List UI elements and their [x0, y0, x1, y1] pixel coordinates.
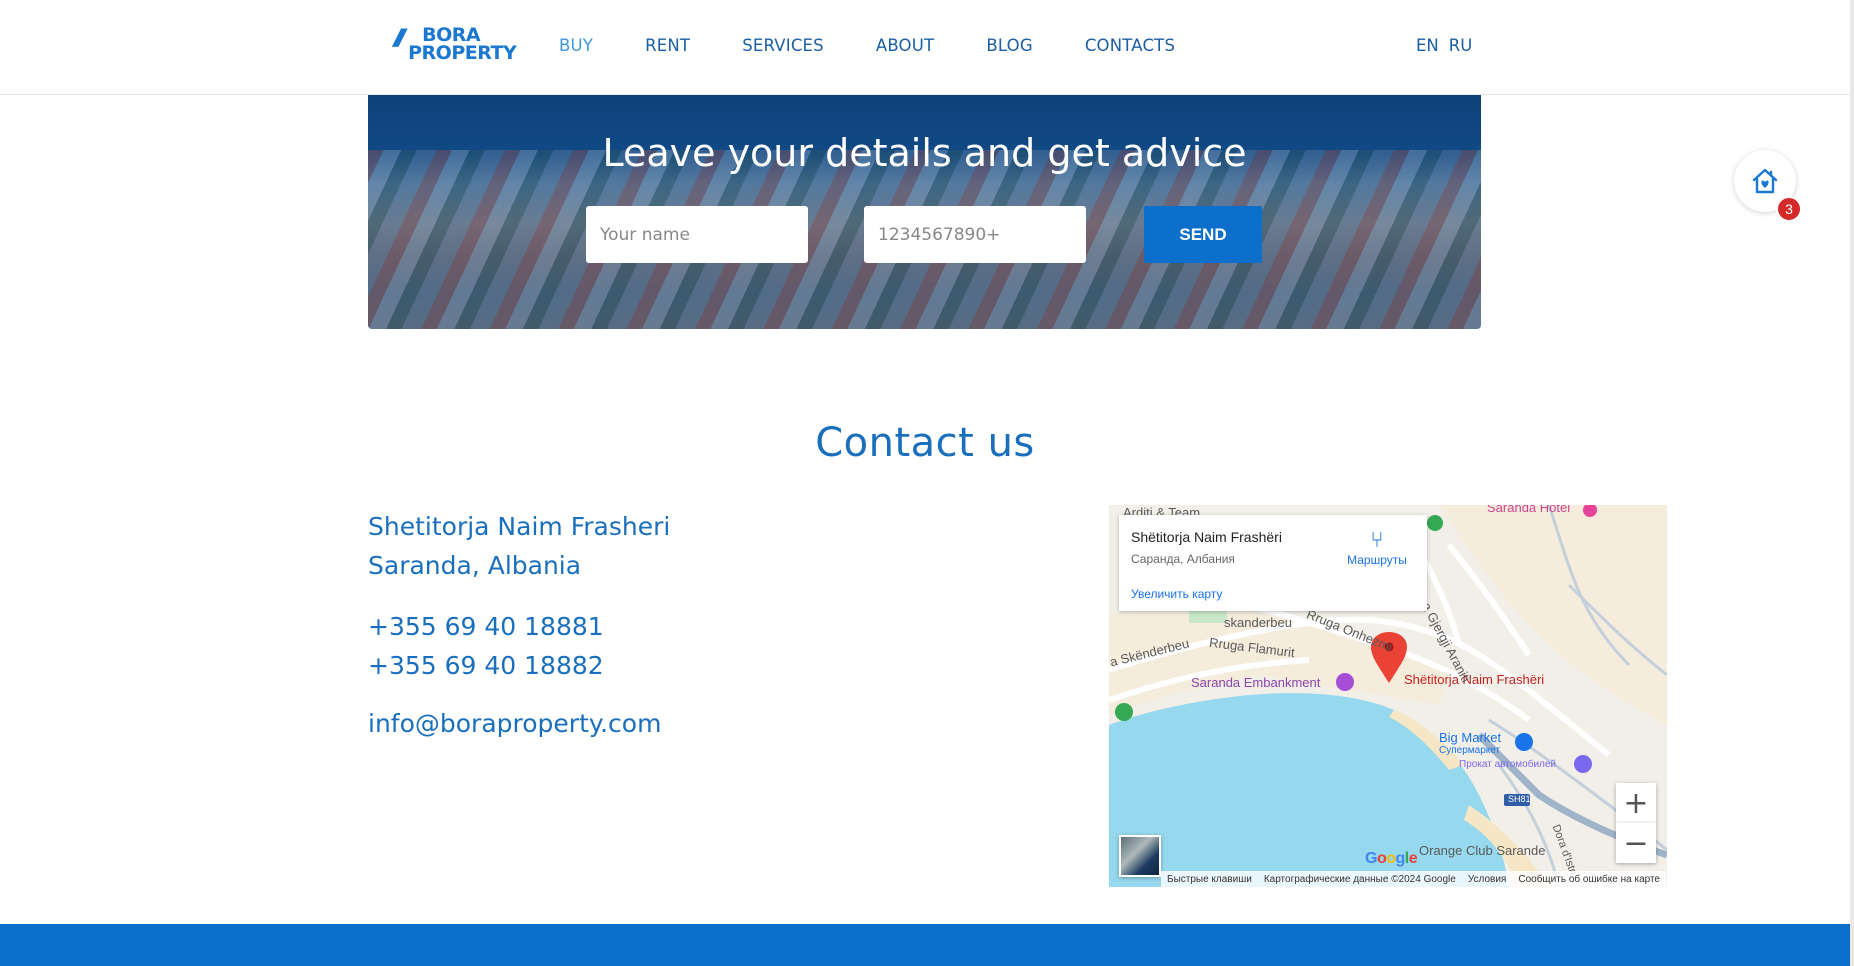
nav-rent[interactable]: RENT: [645, 36, 690, 55]
google-map[interactable]: Arditi & Team Saranda Hotel skanderbeu R…: [1109, 505, 1667, 887]
terms-link[interactable]: Условия: [1468, 874, 1507, 885]
house-heart-icon: [1752, 168, 1778, 194]
map-attribution: Быстрые клавиши Картографические данные …: [1161, 871, 1666, 887]
contact-address: Shetitorja Naim Frasheri Saranda, Albani…: [368, 507, 670, 585]
map-label-saranda-hotel: Saranda Hotel: [1487, 505, 1571, 515]
name-input[interactable]: Your name: [586, 206, 808, 263]
logo-stripes-icon: ///: [394, 26, 406, 51]
favorites-count-badge: 3: [1776, 196, 1802, 222]
lang-ru[interactable]: RU: [1449, 36, 1473, 55]
google-logo: Google: [1365, 850, 1418, 867]
map-data-text: Картографические данные ©2024 Google: [1263, 873, 1456, 885]
directions-label: Маршруты: [1347, 553, 1407, 567]
nav-contacts[interactable]: CONTACTS: [1085, 36, 1175, 55]
report-error-link[interactable]: Сообщить об ошибке на карте: [1518, 874, 1660, 885]
nav-about[interactable]: ABOUT: [876, 36, 934, 55]
map-label-car-rental: Прокат автомобилей: [1459, 759, 1557, 770]
map-info-subtitle: Саранда, Албания: [1131, 552, 1235, 566]
logo-line-2: PROPERTY: [408, 42, 517, 64]
satellite-toggle[interactable]: [1119, 835, 1161, 877]
map-info-title: Shëtitorja Naim Frashëri: [1131, 529, 1282, 545]
phone-2-link[interactable]: +355 69 40 18882: [368, 646, 604, 685]
nav-blog[interactable]: BLOG: [986, 36, 1033, 55]
enlarge-map-link[interactable]: Увеличить карту: [1131, 587, 1222, 601]
logo[interactable]: /// BORA PROPERTY: [394, 26, 517, 64]
directions-icon: ⑂: [1370, 527, 1384, 552]
nav-buy[interactable]: BUY: [559, 36, 593, 55]
lang-en[interactable]: EN: [1416, 36, 1439, 55]
contact-phones: +355 69 40 18881 +355 69 40 18882: [368, 607, 604, 685]
map-label-big-market: Big Market: [1439, 730, 1502, 745]
phone-input[interactable]: 1234567890+: [864, 206, 1086, 263]
zoom-out-button[interactable]: −: [1616, 823, 1656, 863]
site-header: /// BORA PROPERTY BUY RENT SERVICES ABOU…: [0, 0, 1854, 95]
send-button[interactable]: SEND: [1144, 206, 1262, 263]
advice-banner: Leave your details and get advice Your n…: [368, 95, 1481, 329]
map-label-skanderbeu: skanderbeu: [1224, 615, 1292, 630]
contact-title: Contact us: [815, 420, 1035, 466]
map-pin-label: Shëtitorja Naim Frashëri: [1404, 672, 1545, 687]
zoom-in-button[interactable]: +: [1616, 783, 1656, 823]
language-switcher: EN RU: [1416, 36, 1472, 55]
address-line-2: Saranda, Albania: [368, 551, 582, 580]
map-label-sh81: SH81: [1508, 794, 1531, 804]
map-label-embankment: Saranda Embankment: [1191, 675, 1321, 690]
map-label-supermarket: Супермаркет: [1439, 745, 1501, 756]
nav-services[interactable]: SERVICES: [742, 36, 824, 55]
email-link[interactable]: info@boraproperty.com: [368, 709, 661, 738]
map-info-window: Shëtitorja Naim Frashëri Саранда, Албани…: [1119, 515, 1427, 611]
page-scrollbar[interactable]: [1850, 0, 1854, 966]
keyboard-shortcuts-link[interactable]: Быстрые клавиши: [1167, 874, 1252, 885]
main-nav: BUY RENT SERVICES ABOUT BLOG CONTACTS: [559, 36, 1227, 55]
directions-button[interactable]: ⑂ Маршруты: [1337, 527, 1417, 567]
map-label-orange-club: Orange Club Sarande: [1419, 843, 1546, 858]
phone-1-link[interactable]: +355 69 40 18881: [368, 607, 604, 646]
advice-title: Leave your details and get advice: [602, 131, 1247, 175]
address-line-1: Shetitorja Naim Frasheri: [368, 512, 671, 541]
footer-bar: [0, 924, 1854, 966]
